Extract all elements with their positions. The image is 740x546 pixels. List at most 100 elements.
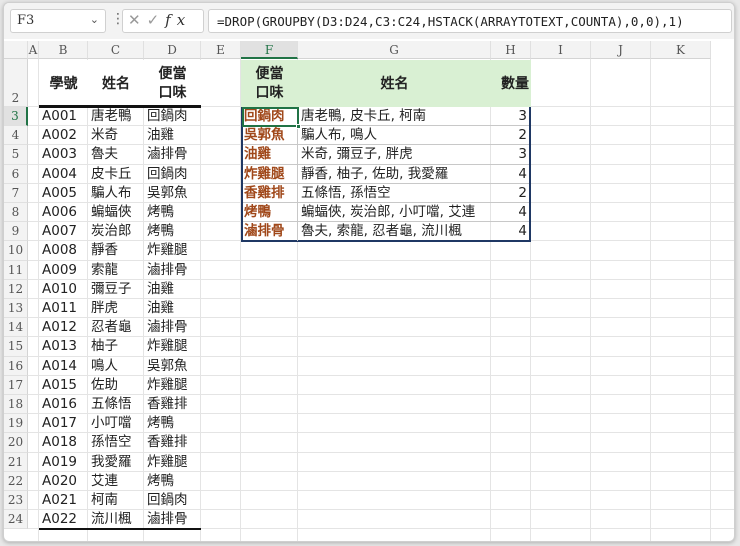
row-header-11[interactable]: 11 <box>4 260 28 280</box>
row-header-19[interactable]: 19 <box>4 414 28 434</box>
source-name-cell[interactable]: 唐老鴨 <box>91 107 132 126</box>
source-name-cell[interactable]: 米奇 <box>91 126 118 145</box>
result-names-cell[interactable]: 米奇, 彌豆子, 胖虎 <box>301 145 413 164</box>
source-flavor-cell[interactable]: 烤鴨 <box>147 203 174 222</box>
column-header-F[interactable]: F <box>241 41 298 59</box>
row-header-4[interactable]: 4 <box>4 126 28 146</box>
source-name-cell[interactable]: 艾連 <box>91 472 118 491</box>
row-header-6[interactable]: 6 <box>4 164 28 184</box>
source-id-cell[interactable]: A021 <box>42 491 77 510</box>
source-id-cell[interactable]: A001 <box>42 107 77 126</box>
row-header-20[interactable]: 20 <box>4 433 28 453</box>
source-id-cell[interactable]: A014 <box>42 357 77 376</box>
result-count-cell[interactable]: 3 <box>491 107 527 126</box>
source-id-cell[interactable]: A019 <box>42 453 77 472</box>
column-header-E[interactable]: E <box>201 41 241 59</box>
source-name-cell[interactable]: 魯夫 <box>91 145 118 164</box>
source-id-cell[interactable]: A002 <box>42 126 77 145</box>
source-name-cell[interactable]: 彌豆子 <box>91 280 132 299</box>
result-names-cell[interactable]: 五條悟, 孫悟空 <box>301 184 391 203</box>
source-flavor-cell[interactable]: 滷排骨 <box>147 145 188 164</box>
column-header-A[interactable]: A <box>28 41 39 59</box>
row-header-7[interactable]: 7 <box>4 183 28 203</box>
source-name-cell[interactable]: 索龍 <box>91 261 118 280</box>
formula-input[interactable]: =DROP(GROUPBY(D3:D24,C3:C24,HSTACK(ARRAY… <box>208 9 732 33</box>
source-id-cell[interactable]: A010 <box>42 280 77 299</box>
result-count-cell[interactable]: 4 <box>491 222 527 241</box>
source-name-cell[interactable]: 胖虎 <box>91 299 118 318</box>
source-flavor-cell[interactable]: 炸雞腿 <box>147 241 188 260</box>
source-name-cell[interactable]: 我愛羅 <box>91 453 132 472</box>
source-id-cell[interactable]: A020 <box>42 472 77 491</box>
source-flavor-cell[interactable]: 油雞 <box>147 126 174 145</box>
source-flavor-cell[interactable]: 滷排骨 <box>147 318 188 337</box>
source-id-cell[interactable]: A004 <box>42 165 77 184</box>
active-cell-selection[interactable] <box>242 107 299 127</box>
result-names-cell[interactable]: 騙人布, 鳴人 <box>301 126 377 145</box>
result-names-cell[interactable]: 蝙蝠俠, 炭治郎, 小叮噹, 艾連 <box>301 203 475 222</box>
row-header-15[interactable]: 15 <box>4 337 28 357</box>
source-name-cell[interactable]: 騙人布 <box>91 184 132 203</box>
row-header-22[interactable]: 22 <box>4 471 28 491</box>
source-flavor-cell[interactable]: 油雞 <box>147 280 174 299</box>
column-header-B[interactable]: B <box>39 41 88 59</box>
result-names-cell[interactable]: 魯夫, 索龍, 忍者龜, 流川楓 <box>301 222 462 241</box>
source-flavor-cell[interactable]: 油雞 <box>147 299 174 318</box>
result-flavor-cell[interactable]: 滷排骨 <box>244 222 285 241</box>
result-flavor-cell[interactable]: 烤鴨 <box>244 203 271 222</box>
result-count-cell[interactable]: 2 <box>491 184 527 203</box>
column-header-I[interactable]: I <box>531 41 591 59</box>
source-flavor-cell[interactable]: 回鍋肉 <box>147 107 188 126</box>
result-flavor-cell[interactable]: 油雞 <box>244 145 271 164</box>
source-id-cell[interactable]: A003 <box>42 145 77 164</box>
source-id-cell[interactable]: A006 <box>42 203 77 222</box>
source-flavor-cell[interactable]: 吳郭魚 <box>147 357 188 376</box>
source-id-cell[interactable]: A015 <box>42 376 77 395</box>
source-flavor-cell[interactable]: 烤鴨 <box>147 472 174 491</box>
result-names-cell[interactable]: 靜香, 柚子, 佐助, 我愛羅 <box>301 165 448 184</box>
fx-icon[interactable]: fx <box>165 11 191 29</box>
row-header-24[interactable]: 24 <box>4 510 28 530</box>
source-id-cell[interactable]: A005 <box>42 184 77 203</box>
result-flavor-cell[interactable]: 香雞排 <box>244 184 285 203</box>
result-count-cell[interactable]: 4 <box>491 165 527 184</box>
source-id-cell[interactable]: A013 <box>42 337 77 356</box>
row-header-8[interactable]: 8 <box>4 203 28 223</box>
source-flavor-cell[interactable]: 炸雞腿 <box>147 337 188 356</box>
row-header-23[interactable]: 23 <box>4 491 28 511</box>
source-flavor-cell[interactable]: 烤鴨 <box>147 222 174 241</box>
source-name-cell[interactable]: 蝙蝠俠 <box>91 203 132 222</box>
row-header-10[interactable]: 10 <box>4 241 28 261</box>
cancel-icon[interactable]: ✕ <box>128 11 147 29</box>
source-flavor-cell[interactable]: 炸雞腿 <box>147 376 188 395</box>
row-header-12[interactable]: 12 <box>4 279 28 299</box>
source-name-cell[interactable]: 忍者龜 <box>91 318 132 337</box>
row-header-16[interactable]: 16 <box>4 356 28 376</box>
source-flavor-cell[interactable]: 回鍋肉 <box>147 491 188 510</box>
result-names-cell[interactable]: 唐老鴨, 皮卡丘, 柯南 <box>301 107 426 126</box>
source-name-cell[interactable]: 孫悟空 <box>91 433 132 452</box>
source-name-cell[interactable]: 鳴人 <box>91 357 118 376</box>
row-header-17[interactable]: 17 <box>4 375 28 395</box>
row-header-9[interactable]: 9 <box>4 222 28 242</box>
source-id-cell[interactable]: A011 <box>42 299 77 318</box>
column-header-C[interactable]: C <box>88 41 144 59</box>
chevron-down-icon[interactable]: ⌄ <box>90 13 99 26</box>
source-id-cell[interactable]: A007 <box>42 222 77 241</box>
source-id-cell[interactable]: A008 <box>42 241 77 260</box>
column-header-D[interactable]: D <box>144 41 201 59</box>
column-header-G[interactable]: G <box>298 41 491 59</box>
source-id-cell[interactable]: A018 <box>42 433 77 452</box>
source-flavor-cell[interactable]: 炸雞腿 <box>147 453 188 472</box>
result-flavor-cell[interactable]: 吳郭魚 <box>244 126 285 145</box>
row-header-2[interactable]: 2 <box>4 59 28 107</box>
source-id-cell[interactable]: A012 <box>42 318 77 337</box>
row-header-5[interactable]: 5 <box>4 145 28 165</box>
source-name-cell[interactable]: 靜香 <box>91 241 118 260</box>
fill-handle[interactable] <box>296 124 301 129</box>
source-flavor-cell[interactable]: 香雞排 <box>147 433 188 452</box>
result-count-cell[interactable]: 4 <box>491 203 527 222</box>
source-name-cell[interactable]: 小叮噹 <box>91 414 132 433</box>
row-header-14[interactable]: 14 <box>4 318 28 338</box>
name-box[interactable]: F3 ⌄ <box>10 9 106 33</box>
